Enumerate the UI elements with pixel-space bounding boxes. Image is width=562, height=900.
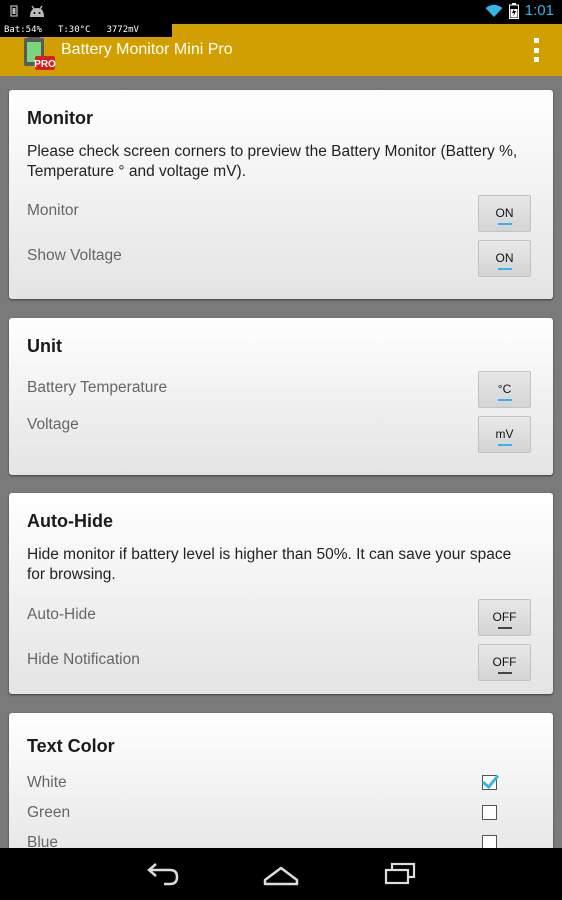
unit-title: Unit xyxy=(27,336,62,356)
hide-notification-toggle[interactable]: OFF xyxy=(478,644,531,681)
overlay-battery: Bat:54% xyxy=(4,25,42,35)
status-bar: 1:01 xyxy=(0,0,562,24)
color-option-white-checkbox[interactable] xyxy=(482,775,497,790)
color-option-white-label: White xyxy=(27,774,67,791)
battery-monitor-overlay: Bat:54% T:30°C 3772mV xyxy=(0,24,172,37)
autohide-label: Auto-Hide xyxy=(27,606,96,623)
monitor-label: Monitor xyxy=(27,202,79,219)
autohide-toggle[interactable]: OFF xyxy=(478,599,531,636)
color-option-green-label: Green xyxy=(27,804,71,821)
wifi-icon xyxy=(485,4,503,17)
monitor-card: Monitor Please check screen corners to p… xyxy=(9,90,553,299)
temperature-unit-toggle[interactable]: °C xyxy=(478,371,531,408)
clock: 1:01 xyxy=(524,2,554,19)
navigation-bar xyxy=(0,848,562,900)
notification-icon xyxy=(10,5,18,17)
monitor-toggle[interactable]: ON xyxy=(478,195,531,232)
text-color-title: Text Color xyxy=(27,736,115,756)
overlay-voltage: 3772mV xyxy=(106,25,139,35)
hide-notification-label: Hide Notification xyxy=(27,651,140,668)
battery-temperature-label: Battery Temperature xyxy=(27,379,168,396)
show-voltage-toggle-text: ON xyxy=(495,251,514,265)
voltage-unit-toggle[interactable]: mV xyxy=(478,416,531,453)
temperature-unit-text: °C xyxy=(497,382,512,396)
color-option-blue-label: Blue xyxy=(27,834,59,848)
battery-icon xyxy=(508,2,519,19)
home-icon[interactable] xyxy=(261,858,301,890)
app-title: Battery Monitor Mini Pro xyxy=(61,41,233,58)
hide-notification-toggle-text: OFF xyxy=(492,655,517,669)
autohide-title: Auto-Hide xyxy=(27,511,113,531)
show-voltage-label: Show Voltage xyxy=(27,247,122,264)
monitor-description: Please check screen corners to preview t… xyxy=(27,143,518,180)
app-icon-badge: PRO xyxy=(34,59,56,70)
color-option-green-checkbox[interactable] xyxy=(482,805,497,820)
color-option-blue-checkbox[interactable] xyxy=(482,835,497,848)
overlay-temperature: T:30°C xyxy=(57,25,91,35)
autohide-card: Auto-Hide Hide monitor if battery level … xyxy=(9,493,553,694)
show-voltage-toggle[interactable]: ON xyxy=(478,240,531,277)
autohide-toggle-text: OFF xyxy=(492,610,517,624)
monitor-title: Monitor xyxy=(27,108,93,128)
monitor-toggle-text: ON xyxy=(495,206,514,220)
back-icon[interactable] xyxy=(142,858,182,890)
autohide-description: Hide monitor if battery level is higher … xyxy=(27,546,512,583)
voltage-unit-label: Voltage xyxy=(27,416,79,433)
settings-content[interactable]: Monitor Please check screen corners to p… xyxy=(0,76,562,848)
text-color-card: Text Color White Green Blue xyxy=(9,713,553,848)
unit-card: Unit Battery Temperature °C Voltage mV xyxy=(9,318,553,475)
app-icon[interactable]: PRO xyxy=(22,36,56,72)
overflow-menu-icon[interactable] xyxy=(532,38,540,62)
recent-apps-icon[interactable] xyxy=(380,858,420,890)
voltage-unit-text: mV xyxy=(495,427,514,441)
android-icon xyxy=(30,5,44,17)
